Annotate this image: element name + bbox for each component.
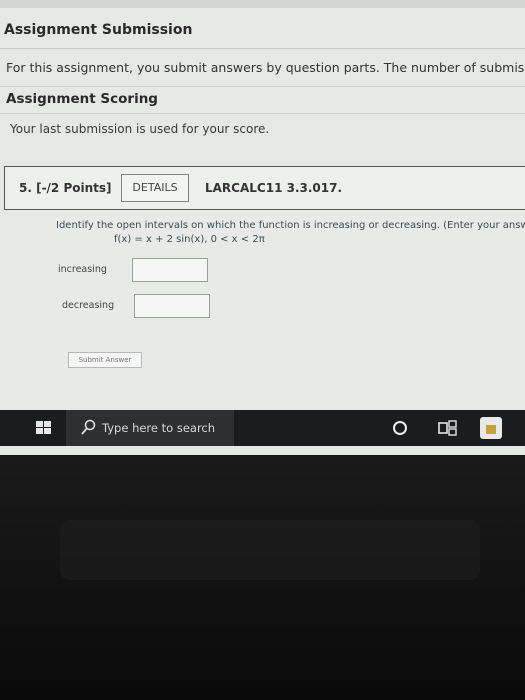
function-expression: f(x) = x + 2 sin(x), 0 < x < 2π <box>114 234 265 245</box>
submission-title: Assignment Submission <box>4 22 193 38</box>
search-icon <box>81 419 96 435</box>
screen-reflection <box>60 520 480 580</box>
top-strip <box>0 0 525 8</box>
browser-screen: Assignment Submission For this assignmen… <box>0 0 525 455</box>
scoring-header: Assignment Scoring <box>0 86 525 114</box>
increasing-input[interactable] <box>132 258 208 282</box>
submission-info: For this assignment, you submit answers … <box>6 60 525 75</box>
decreasing-input[interactable] <box>134 294 210 318</box>
details-button[interactable]: DETAILS <box>121 174 189 202</box>
store-icon[interactable] <box>480 417 502 439</box>
search-placeholder: Type here to search <box>102 421 216 435</box>
scoring-title: Assignment Scoring <box>6 91 158 107</box>
windows-taskbar: Type here to search <box>0 410 525 446</box>
scoring-text: Your last submission is used for your sc… <box>10 122 270 136</box>
taskbar-search-box[interactable]: Type here to search <box>66 410 234 446</box>
submit-answer-button[interactable]: Submit Answer <box>68 352 142 368</box>
decreasing-label: decreasing <box>62 300 115 311</box>
question-header-card: 5. [-/2 Points] DETAILS LARCALC11 3.3.01… <box>4 166 525 210</box>
question-points: 5. [-/2 Points] <box>19 181 112 195</box>
submission-header: Assignment Submission <box>0 18 525 49</box>
question-id: LARCALC11 3.3.017. <box>205 181 343 195</box>
task-view-icon[interactable] <box>438 420 458 436</box>
question-prompt: Identify the open intervals on which the… <box>56 220 525 231</box>
question-body: Identify the open intervals on which the… <box>8 210 525 400</box>
cortana-icon[interactable] <box>393 421 407 435</box>
windows-logo-icon[interactable] <box>36 421 52 436</box>
increasing-label: increasing <box>58 264 107 275</box>
